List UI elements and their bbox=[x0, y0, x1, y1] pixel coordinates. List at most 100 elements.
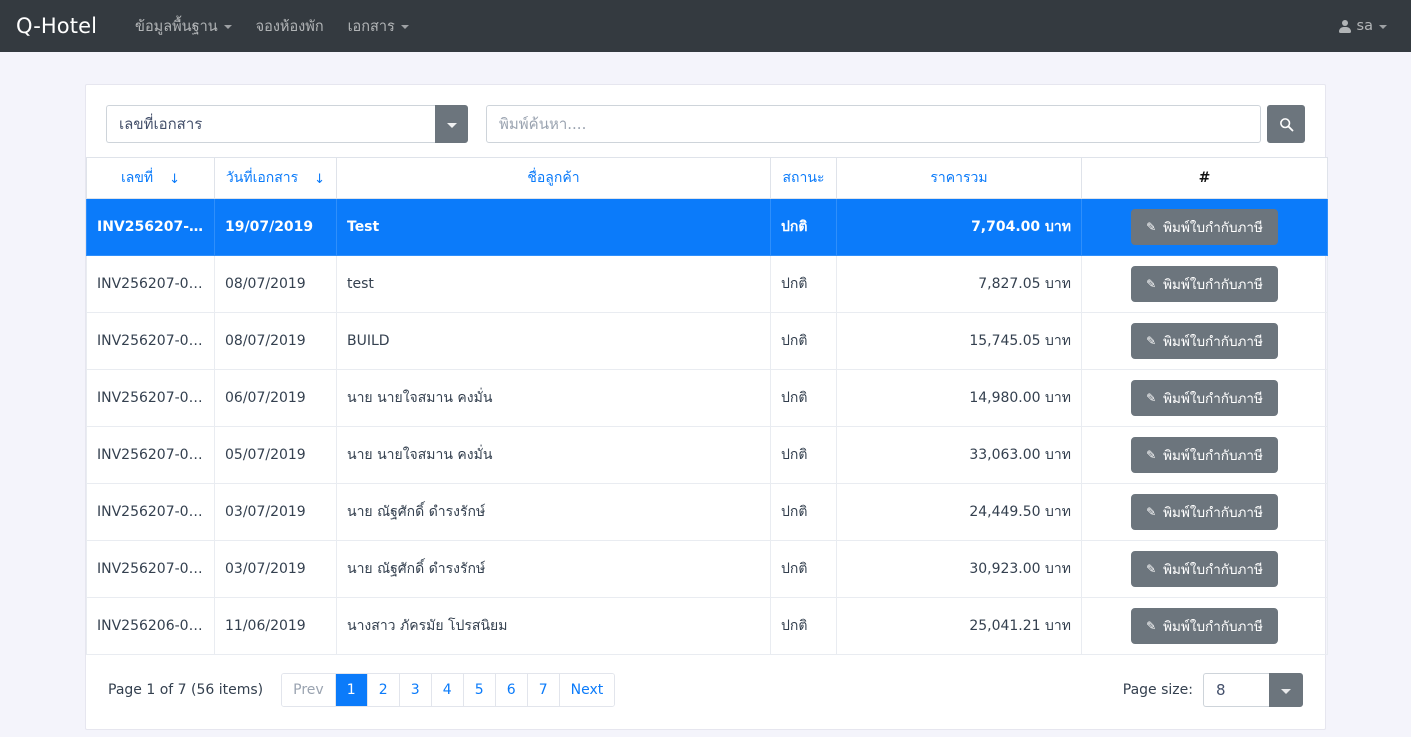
cell-doc-date: 03/07/2019 bbox=[214, 483, 337, 541]
column-header-customer[interactable]: ชื่อลูกค้า bbox=[336, 157, 771, 199]
cell-actions: ✎ พิมพ์ใบกำกับภาษี bbox=[1081, 540, 1328, 598]
pencil-icon: ✎ bbox=[1146, 505, 1157, 519]
print-tax-invoice-button[interactable]: ✎ พิมพ์ใบกำกับภาษี bbox=[1131, 323, 1278, 359]
cell-doc-date: 08/07/2019 bbox=[214, 312, 337, 370]
print-tax-invoice-button[interactable]: ✎ พิมพ์ใบกำกับภาษี bbox=[1131, 380, 1278, 416]
cell-total: 7,827.05 บาท bbox=[836, 255, 1082, 313]
user-account-menu[interactable]: sa bbox=[1329, 10, 1397, 42]
pagination-page-1[interactable]: 1 bbox=[335, 674, 368, 706]
print-tax-invoice-label: พิมพ์ใบกำกับภาษี bbox=[1163, 391, 1263, 407]
cell-total: 30,923.00 บาท bbox=[836, 540, 1082, 598]
table-body: INV256207-002619/07/2019Testปกติ7,704.00… bbox=[86, 198, 1328, 655]
column-header-doc-date[interactable]: วันที่เอกสาร ↓ bbox=[214, 157, 337, 199]
table-row[interactable]: INV256206-0019 11/06/2019 นางสาว ภัครมัย โ… bbox=[86, 597, 1328, 655]
cell-doc-no: INV256207-0026 bbox=[86, 198, 215, 256]
cell-doc-date: 19/07/2019 bbox=[214, 198, 337, 256]
cell-customer: BUILD bbox=[336, 312, 771, 370]
pencil-icon: ✎ bbox=[1146, 277, 1157, 291]
print-tax-invoice-button[interactable]: ✎ พิมพ์ใบกำกับภาษี bbox=[1131, 608, 1278, 644]
column-header-label: เลขที่ bbox=[120, 170, 154, 186]
pagination-page-2[interactable]: 2 bbox=[367, 674, 400, 706]
top-navbar: Q-Hotel ข้อมูลพื้นฐาน จองห้องพัก เอกสาร … bbox=[0, 0, 1411, 52]
nav-item-documents[interactable]: เอกสาร bbox=[336, 7, 421, 46]
cell-doc-no: INV256207-0023 bbox=[86, 369, 215, 427]
table-row[interactable]: INV256207-0022 05/07/2019 นาย นายใจสมาน คง… bbox=[86, 426, 1328, 484]
cell-actions: ✎ พิมพ์ใบกำกับภาษี bbox=[1081, 369, 1328, 427]
column-header-label: ราคารวม bbox=[930, 170, 988, 186]
cell-customer: test bbox=[336, 255, 771, 313]
pagination-page-5[interactable]: 5 bbox=[463, 674, 496, 706]
brand-logo[interactable]: Q-Hotel bbox=[16, 14, 97, 38]
page-size-select[interactable]: 8 bbox=[1203, 673, 1303, 707]
cell-status: ปกติ bbox=[770, 483, 837, 541]
column-header-label: สถานะ bbox=[782, 170, 825, 186]
pagination-page-6[interactable]: 6 bbox=[495, 674, 528, 706]
print-tax-invoice-button[interactable]: ✎ พิมพ์ใบกำกับภาษี bbox=[1131, 551, 1278, 587]
pencil-icon: ✎ bbox=[1146, 448, 1157, 462]
print-tax-invoice-label: พิมพ์ใบกำกับภาษี bbox=[1163, 277, 1263, 293]
search-field-select-value[interactable]: เลขที่เอกสาร bbox=[106, 105, 435, 143]
cell-doc-no: INV256207-0025 bbox=[86, 255, 215, 313]
pencil-icon: ✎ bbox=[1146, 334, 1157, 348]
cell-customer: นาย ณัฐศักดิ์ ดำรงรักษ์ bbox=[336, 540, 771, 598]
cell-customer: Test bbox=[336, 198, 771, 256]
table-row[interactable]: INV256207-0020 03/07/2019 นาย ณัฐศักดิ์ ดำ… bbox=[86, 540, 1328, 598]
table-header-row: เลขที่ ↓ วันที่เอกสาร ↓ ชื่อลูกค้า สถานะ ร… bbox=[86, 157, 1328, 199]
cell-status: ปกติ bbox=[770, 540, 837, 598]
page-content: เลขที่เอกสาร พิมพ์ค้นหา.... เลขที่ ↓ วัน… bbox=[0, 84, 1411, 737]
nav-item-basic-data[interactable]: ข้อมูลพื้นฐาน bbox=[123, 7, 244, 46]
search-field-select-toggle[interactable] bbox=[435, 105, 468, 143]
cell-actions: ✎ พิมพ์ใบกำกับภาษี bbox=[1081, 426, 1328, 484]
cell-status: ปกติ bbox=[770, 426, 837, 484]
print-tax-invoice-label: พิมพ์ใบกำกับภาษี bbox=[1163, 334, 1263, 350]
column-header-total[interactable]: ราคารวม bbox=[836, 157, 1082, 199]
cell-status: ปกติ bbox=[770, 369, 837, 427]
search-input[interactable] bbox=[486, 105, 1261, 143]
print-tax-invoice-label: พิมพ์ใบกำกับภาษี bbox=[1163, 562, 1263, 578]
user-icon bbox=[1338, 19, 1351, 33]
nav-item-label: ข้อมูลพื้นฐาน bbox=[135, 18, 218, 35]
page-size-wrapper: Page size: 8 bbox=[1123, 673, 1303, 707]
pagination-page-4[interactable]: 4 bbox=[431, 674, 464, 706]
cell-status: ปกติ bbox=[770, 255, 837, 313]
sort-descending-icon[interactable]: ↓ bbox=[169, 173, 180, 186]
search-icon bbox=[1279, 117, 1293, 131]
pagination-page-7[interactable]: 7 bbox=[527, 674, 560, 706]
print-tax-invoice-label: พิมพ์ใบกำกับภาษี bbox=[1163, 505, 1263, 521]
cell-total: 14,980.00 บาท bbox=[836, 369, 1082, 427]
cell-customer: นาย นายใจสมาน คงมั่น bbox=[336, 426, 771, 484]
cell-status: ปกติ bbox=[770, 198, 837, 256]
pagination-page-3[interactable]: 3 bbox=[399, 674, 432, 706]
pagination-next[interactable]: Next bbox=[559, 674, 615, 706]
table-row[interactable]: INV256207-0023 06/07/2019 นาย นายใจสมาน คง… bbox=[86, 369, 1328, 427]
print-tax-invoice-button[interactable]: ✎ พิมพ์ใบกำกับภาษี bbox=[1131, 209, 1278, 245]
document-list-card: เลขที่เอกสาร พิมพ์ค้นหา.... เลขที่ ↓ วัน… bbox=[85, 84, 1328, 730]
print-tax-invoice-button[interactable]: ✎ พิมพ์ใบกำกับภาษี bbox=[1131, 266, 1278, 302]
search-bar: เลขที่เอกสาร bbox=[106, 105, 1305, 143]
column-header-label: ชื่อลูกค้า bbox=[527, 170, 580, 186]
search-button[interactable] bbox=[1267, 105, 1305, 143]
chevron-down-icon bbox=[446, 122, 457, 128]
column-header-status[interactable]: สถานะ bbox=[770, 157, 837, 199]
cell-doc-no: INV256206-0019 bbox=[86, 597, 215, 655]
page-size-select-value[interactable]: 8 bbox=[1203, 673, 1269, 707]
table-row[interactable]: INV256207-0024 08/07/2019 BUILD ปกติ 15,745.… bbox=[86, 312, 1328, 370]
cell-total: 7,704.00 บาท bbox=[836, 198, 1082, 256]
cell-doc-date: 08/07/2019 bbox=[214, 255, 337, 313]
search-field-select[interactable]: เลขที่เอกสาร bbox=[106, 105, 468, 143]
cell-doc-date: 06/07/2019 bbox=[214, 369, 337, 427]
cell-actions: ✎ พิมพ์ใบกำกับภาษี bbox=[1081, 597, 1328, 655]
nav-item-label: จองห้องพัก bbox=[255, 18, 324, 35]
print-tax-invoice-button[interactable]: ✎ พิมพ์ใบกำกับภาษี bbox=[1131, 437, 1278, 473]
table-row[interactable]: INV256207-002619/07/2019Testปกติ7,704.00… bbox=[86, 198, 1328, 256]
table-row[interactable]: INV256207-0021 03/07/2019 นาย ณัฐศักดิ์ ดำ… bbox=[86, 483, 1328, 541]
table-row[interactable]: INV256207-0025 08/07/2019 test ปกติ 7,827.05… bbox=[86, 255, 1328, 313]
sort-descending-icon[interactable]: ↓ bbox=[314, 173, 325, 186]
nav-item-room-booking[interactable]: จองห้องพัก bbox=[244, 7, 336, 46]
page-size-select-toggle[interactable] bbox=[1269, 673, 1303, 707]
cell-doc-date: 05/07/2019 bbox=[214, 426, 337, 484]
column-header-doc-no[interactable]: เลขที่ ↓ bbox=[86, 157, 215, 199]
pencil-icon: ✎ bbox=[1146, 220, 1157, 234]
print-tax-invoice-button[interactable]: ✎ พิมพ์ใบกำกับภาษี bbox=[1131, 494, 1278, 530]
cell-actions: ✎ พิมพ์ใบกำกับภาษี bbox=[1081, 483, 1328, 541]
